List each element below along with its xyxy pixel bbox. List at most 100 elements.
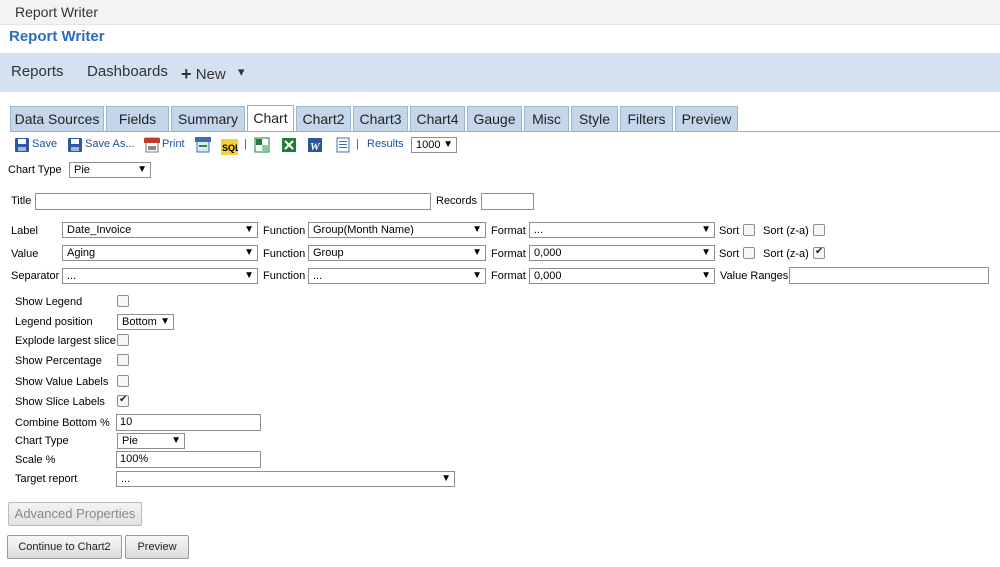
legend-position-value: Bottom: [122, 316, 157, 328]
continue-to-chart2-button[interactable]: Continue to Chart2: [7, 535, 122, 559]
label-format-select[interactable]: ... ▼: [529, 222, 715, 238]
save-as-icon[interactable]: [67, 137, 83, 153]
results-value: 1000: [416, 139, 441, 151]
chevron-down-icon: ▼: [244, 224, 254, 235]
toolbar-separator: |: [244, 138, 247, 150]
chart-type-select[interactable]: Pie ▼: [69, 162, 151, 178]
value-field-value: Aging: [67, 247, 96, 259]
records-input[interactable]: [481, 193, 534, 210]
label-function-value: Group(Month Name): [313, 224, 414, 236]
excel-icon[interactable]: [254, 137, 270, 153]
word-icon[interactable]: W: [307, 137, 323, 153]
results-select[interactable]: 1000 ▼: [411, 137, 457, 153]
html-icon[interactable]: [195, 137, 211, 153]
print-button[interactable]: Print: [162, 138, 185, 150]
title-input[interactable]: [35, 193, 431, 210]
label-row-label: Label: [11, 225, 38, 237]
preview-button[interactable]: Preview: [125, 535, 189, 559]
label-field-select[interactable]: Date_Invoice ▼: [62, 222, 258, 238]
show-slice-labels-checkbox[interactable]: [117, 394, 129, 407]
combine-bottom-input[interactable]: 10: [116, 414, 261, 431]
nav-dropdown-caret-icon[interactable]: ▾: [238, 64, 245, 80]
value-function-value: Group: [313, 247, 344, 259]
title-label: Title: [11, 195, 32, 207]
pdf-icon[interactable]: [144, 137, 160, 153]
target-report-select[interactable]: ... ▼: [116, 471, 455, 487]
chevron-down-icon: ▼: [443, 139, 453, 150]
chevron-down-icon: ▼: [701, 270, 711, 281]
value-format-select[interactable]: 0,000 ▼: [529, 245, 715, 261]
label-sort-za-checkbox[interactable]: [813, 224, 825, 236]
save-button[interactable]: Save: [32, 138, 57, 150]
label-function-select[interactable]: Group(Month Name) ▼: [308, 222, 486, 238]
records-label: Records: [436, 195, 477, 207]
format-label: Format: [491, 248, 526, 260]
label-format-value: ...: [534, 224, 544, 236]
tab-fields[interactable]: Fields: [106, 106, 169, 131]
nav-dashboards[interactable]: Dashboards: [87, 63, 168, 80]
target-report-value: ...: [121, 473, 131, 485]
combine-bottom-label: Combine Bottom %: [15, 417, 110, 429]
tab-data-sources[interactable]: Data Sources: [10, 106, 104, 131]
sort-label: Sort: [719, 248, 740, 260]
chart-type-2-value: Pie: [122, 435, 138, 447]
explode-largest-label: Explode largest slice: [15, 335, 116, 347]
function-label: Function: [263, 225, 306, 237]
save-icon[interactable]: [14, 137, 30, 153]
app-brand[interactable]: Report Writer: [9, 28, 105, 45]
sql-icon[interactable]: SQL: [221, 139, 238, 155]
value-field-select[interactable]: Aging ▼: [62, 245, 258, 261]
scale-input[interactable]: 100%: [116, 451, 261, 468]
show-value-labels-checkbox[interactable]: [117, 375, 129, 387]
separator-function-select[interactable]: ... ▼: [308, 268, 486, 284]
tab-gauge[interactable]: Gauge: [467, 106, 522, 131]
excel2-icon[interactable]: [281, 137, 297, 153]
separator-format-select[interactable]: 0,000 ▼: [529, 268, 715, 284]
save-as-button[interactable]: Save As...: [85, 138, 135, 150]
value-function-select[interactable]: Group ▼: [308, 245, 486, 261]
separator-field-value: ...: [67, 270, 77, 282]
tab-chart[interactable]: Chart: [247, 105, 294, 132]
explode-largest-checkbox[interactable]: [117, 334, 129, 346]
label-field-value: Date_Invoice: [67, 224, 132, 236]
tab-chart3[interactable]: Chart3: [353, 106, 408, 131]
target-report-label: Target report: [15, 473, 78, 485]
value-format-value: 0,000: [534, 247, 562, 259]
legend-position-select[interactable]: Bottom ▼: [117, 314, 174, 330]
legend-position-label: Legend position: [15, 316, 93, 328]
chart-type-label: Chart Type: [8, 164, 62, 176]
chevron-down-icon: ▼: [244, 247, 254, 258]
chevron-down-icon: ▼: [472, 247, 482, 258]
value-ranges-input[interactable]: [789, 267, 989, 284]
tab-chart4[interactable]: Chart4: [410, 106, 465, 131]
nav-bar: Reports Dashboards + New ▾: [0, 53, 1000, 92]
nav-new-label: New: [195, 66, 226, 83]
show-legend-checkbox[interactable]: [117, 295, 129, 307]
value-sort-za-checkbox[interactable]: [813, 246, 825, 259]
chevron-down-icon: ▼: [441, 473, 451, 484]
show-legend-label: Show Legend: [15, 296, 83, 308]
show-slice-labels-label: Show Slice Labels: [15, 396, 105, 408]
chart-type-2-select[interactable]: Pie ▼: [117, 433, 185, 449]
nav-new[interactable]: + New: [181, 63, 226, 84]
tab-misc[interactable]: Misc: [524, 106, 569, 131]
tab-preview[interactable]: Preview: [675, 106, 738, 131]
advanced-properties-button[interactable]: Advanced Properties: [8, 502, 142, 526]
scale-label: Scale %: [15, 454, 56, 466]
tab-filters[interactable]: Filters: [620, 106, 673, 131]
tab-summary[interactable]: Summary: [171, 106, 245, 131]
format-label: Format: [491, 225, 526, 237]
doc-icon[interactable]: [335, 137, 351, 153]
tab-style[interactable]: Style: [571, 106, 618, 131]
separator-row-label: Separator: [11, 270, 60, 282]
chart-type-2-label: Chart Type: [15, 435, 69, 447]
tab-chart2[interactable]: Chart2: [296, 106, 351, 131]
nav-reports[interactable]: Reports: [11, 63, 64, 80]
chevron-down-icon: ▼: [137, 164, 147, 175]
value-sort-checkbox[interactable]: [743, 247, 755, 259]
label-sort-checkbox[interactable]: [743, 224, 755, 236]
separator-field-select[interactable]: ... ▼: [62, 268, 258, 284]
show-percentage-checkbox[interactable]: [117, 354, 129, 366]
toolbar-separator: |: [356, 138, 359, 150]
window-title: Report Writer: [15, 4, 98, 20]
